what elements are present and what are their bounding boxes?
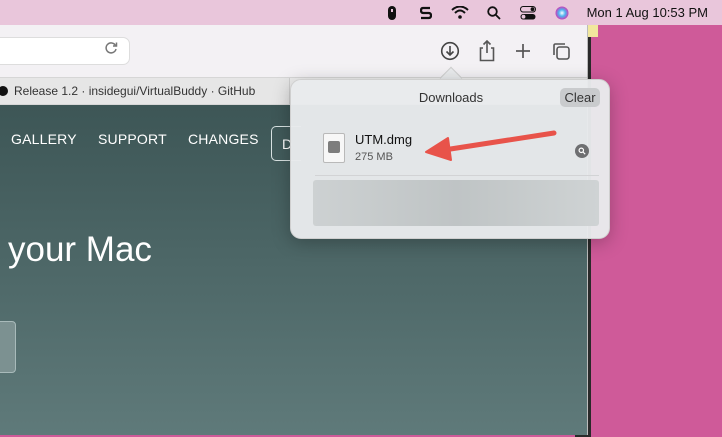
github-icon (0, 86, 8, 96)
show-in-finder-icon[interactable] (575, 144, 589, 158)
menu-bar: Mon 1 Aug 10:53 PM (0, 0, 722, 25)
s-app-icon[interactable] (409, 0, 443, 25)
nav-changes[interactable]: CHANGES (188, 131, 259, 147)
downloads-button[interactable] (437, 38, 463, 64)
desktop-background (590, 25, 722, 437)
dmg-file-icon (323, 133, 345, 163)
clear-button[interactable]: Clear (560, 88, 600, 107)
hero-heading: your Mac (8, 230, 152, 269)
search-icon[interactable] (477, 0, 511, 25)
tab-overview-icon[interactable] (548, 38, 574, 64)
share-icon[interactable] (474, 38, 500, 64)
menu-clock[interactable]: Mon 1 Aug 10:53 PM (587, 5, 708, 20)
nav-support[interactable]: SUPPORT (98, 131, 167, 147)
hero-button-partial[interactable] (0, 321, 16, 373)
siri-icon[interactable] (545, 0, 579, 25)
annotation-arrow-icon (425, 130, 557, 161)
nav-gallery[interactable]: GALLERY (11, 131, 77, 147)
desktop-note-corner (588, 25, 598, 37)
reload-icon[interactable] (104, 41, 118, 60)
download-size: 275 MB (355, 151, 393, 163)
new-tab-icon[interactable] (510, 38, 536, 64)
browser-toolbar (0, 25, 587, 77)
blurred-download-item (313, 180, 599, 226)
tab-github-release[interactable]: Release 1.2 · insidegui/VirtualBuddy · G… (0, 78, 290, 104)
control-center-icon[interactable] (511, 0, 545, 25)
tab-title: Release 1.2 · insidegui/VirtualBuddy · G… (14, 84, 256, 98)
wifi-icon[interactable] (443, 0, 477, 25)
download-filename: UTM.dmg (355, 132, 413, 147)
popover-divider (315, 175, 599, 176)
status-icon[interactable] (375, 0, 409, 25)
